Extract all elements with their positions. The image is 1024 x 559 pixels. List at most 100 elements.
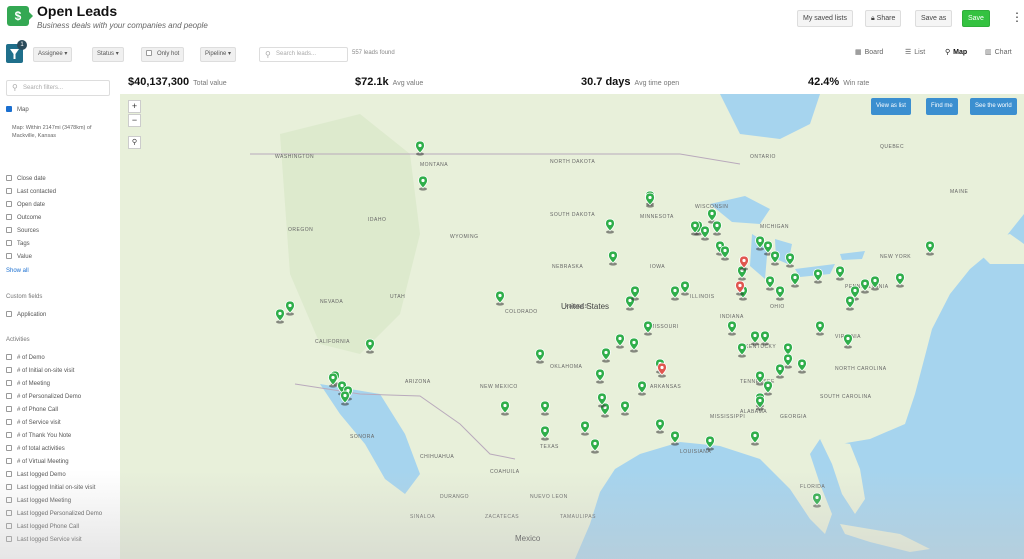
saved-lists-button[interactable]: My saved lists — [797, 10, 853, 27]
lead-pin[interactable] — [704, 435, 716, 451]
lead-pin[interactable] — [769, 250, 781, 266]
filter-checkbox[interactable] — [6, 458, 12, 464]
share-button[interactable]: 🔒︎ Share — [865, 10, 902, 27]
save-as-button[interactable]: Save as — [915, 10, 953, 27]
view-as-list-button[interactable]: View as list — [871, 98, 911, 115]
filter-item[interactable]: Close date — [6, 175, 46, 182]
filter-checkbox[interactable] — [6, 393, 12, 399]
lead-pin[interactable] — [642, 320, 654, 336]
filter-checkbox[interactable] — [6, 419, 12, 425]
assignee-dropdown[interactable]: Assignee ▾ — [33, 47, 73, 62]
lead-pin[interactable] — [628, 337, 640, 353]
lead-pin[interactable] — [762, 380, 774, 396]
tab-list[interactable]: ☰ List — [905, 48, 925, 56]
filter-checkbox[interactable] — [6, 240, 12, 246]
zoom-out-button[interactable]: − — [128, 114, 141, 127]
lead-pin[interactable] — [726, 320, 738, 336]
filter-checkbox[interactable] — [6, 227, 12, 233]
activity-filter-item[interactable]: # of total activities — [6, 445, 65, 452]
lead-pin[interactable] — [274, 308, 286, 324]
lead-pin[interactable] — [834, 265, 846, 281]
activity-filter-item[interactable]: # of Personalized Demo — [6, 393, 81, 400]
tab-board[interactable]: ▦ Board — [855, 48, 883, 56]
lead-pin[interactable] — [596, 392, 608, 408]
lead-pin[interactable] — [774, 363, 786, 379]
lead-pin[interactable] — [719, 245, 731, 261]
lead-pin[interactable] — [499, 400, 511, 416]
lead-pin[interactable] — [844, 295, 856, 311]
lead-pin[interactable] — [589, 438, 601, 454]
lead-pin[interactable] — [604, 218, 616, 234]
lead-pin[interactable] — [614, 333, 626, 349]
lead-pin[interactable] — [339, 390, 351, 406]
activity-filter-item[interactable]: # of Meeting — [6, 380, 50, 387]
lead-pin[interactable] — [789, 272, 801, 288]
lead-pin-hot[interactable] — [656, 362, 668, 378]
lead-pin[interactable] — [619, 400, 631, 416]
lead-pin[interactable] — [594, 368, 606, 384]
lead-pin[interactable] — [924, 240, 936, 256]
filter-checkbox[interactable] — [6, 214, 12, 220]
lead-pin[interactable] — [364, 338, 376, 354]
filter-checkbox[interactable] — [6, 380, 12, 386]
activity-filter-item[interactable]: Last logged Demo — [6, 471, 66, 478]
show-all-link[interactable]: Show all — [6, 268, 29, 274]
lead-pin[interactable] — [749, 430, 761, 446]
filter-map[interactable]: Map — [6, 106, 29, 113]
lead-pin[interactable] — [784, 252, 796, 268]
filter-application[interactable]: Application — [6, 311, 46, 318]
lead-search-input[interactable]: Search leads... — [259, 47, 348, 62]
filter-checkbox[interactable] — [6, 497, 12, 503]
filter-checkbox[interactable] — [6, 484, 12, 490]
filter-checkbox[interactable] — [6, 188, 12, 194]
lead-pin[interactable] — [754, 395, 766, 411]
filter-checkbox[interactable] — [6, 354, 12, 360]
filter-search-input[interactable]: Search filters... — [6, 80, 110, 96]
more-options-icon[interactable]: ⋮ — [1011, 9, 1023, 27]
lead-pin[interactable] — [894, 272, 906, 288]
lead-pin[interactable] — [629, 285, 641, 301]
filter-item[interactable]: Tags — [6, 240, 30, 247]
leads-map[interactable]: + − ⚲ United States Mexico WASHINGTON ORE… — [120, 94, 1024, 559]
lead-pin[interactable] — [736, 342, 748, 358]
lead-pin[interactable] — [699, 225, 711, 241]
lead-pin[interactable] — [654, 418, 666, 434]
lead-pin[interactable] — [539, 400, 551, 416]
map-search-icon[interactable]: ⚲ — [128, 136, 141, 149]
lead-pin[interactable] — [796, 358, 808, 374]
filter-checkbox[interactable] — [6, 253, 12, 259]
filter-checkbox[interactable] — [6, 406, 12, 412]
filter-checkbox[interactable] — [6, 523, 12, 529]
filter-checkbox[interactable] — [6, 311, 12, 317]
status-dropdown[interactable]: Status ▾ — [92, 47, 124, 62]
filter-toggle-button[interactable]: 1 — [6, 40, 27, 63]
tab-chart[interactable]: ▥ Chart — [985, 48, 1012, 56]
lead-pin-hot[interactable] — [738, 255, 750, 271]
lead-pin[interactable] — [600, 347, 612, 363]
lead-pin[interactable] — [859, 278, 871, 294]
lead-pin[interactable] — [494, 290, 506, 306]
filter-item[interactable]: Outcome — [6, 214, 41, 221]
filter-checkbox[interactable] — [6, 201, 12, 207]
only-hot-checkbox[interactable] — [146, 50, 152, 56]
find-me-button[interactable]: Find me — [926, 98, 958, 115]
lead-pin[interactable] — [414, 140, 426, 156]
filter-checkbox[interactable] — [6, 536, 12, 542]
filter-checkbox[interactable] — [6, 471, 12, 477]
lead-pin[interactable] — [811, 492, 823, 508]
filter-item[interactable]: Last contacted — [6, 188, 56, 195]
save-button[interactable]: Save — [962, 10, 990, 27]
filter-checkbox[interactable] — [6, 510, 12, 516]
lead-pin[interactable] — [539, 425, 551, 441]
activity-filter-item[interactable]: Last logged Phone Call — [6, 523, 79, 530]
lead-pin[interactable] — [644, 192, 656, 208]
map-checkbox[interactable] — [6, 106, 12, 112]
filter-checkbox[interactable] — [6, 432, 12, 438]
activity-filter-item[interactable]: Last logged Initial on-site visit — [6, 484, 95, 491]
lead-pin[interactable] — [579, 420, 591, 436]
lead-pin[interactable] — [607, 250, 619, 266]
lead-pin[interactable] — [534, 348, 546, 364]
filter-item[interactable]: Open date — [6, 201, 45, 208]
filter-item[interactable]: Value — [6, 253, 32, 260]
lead-pin[interactable] — [636, 380, 648, 396]
